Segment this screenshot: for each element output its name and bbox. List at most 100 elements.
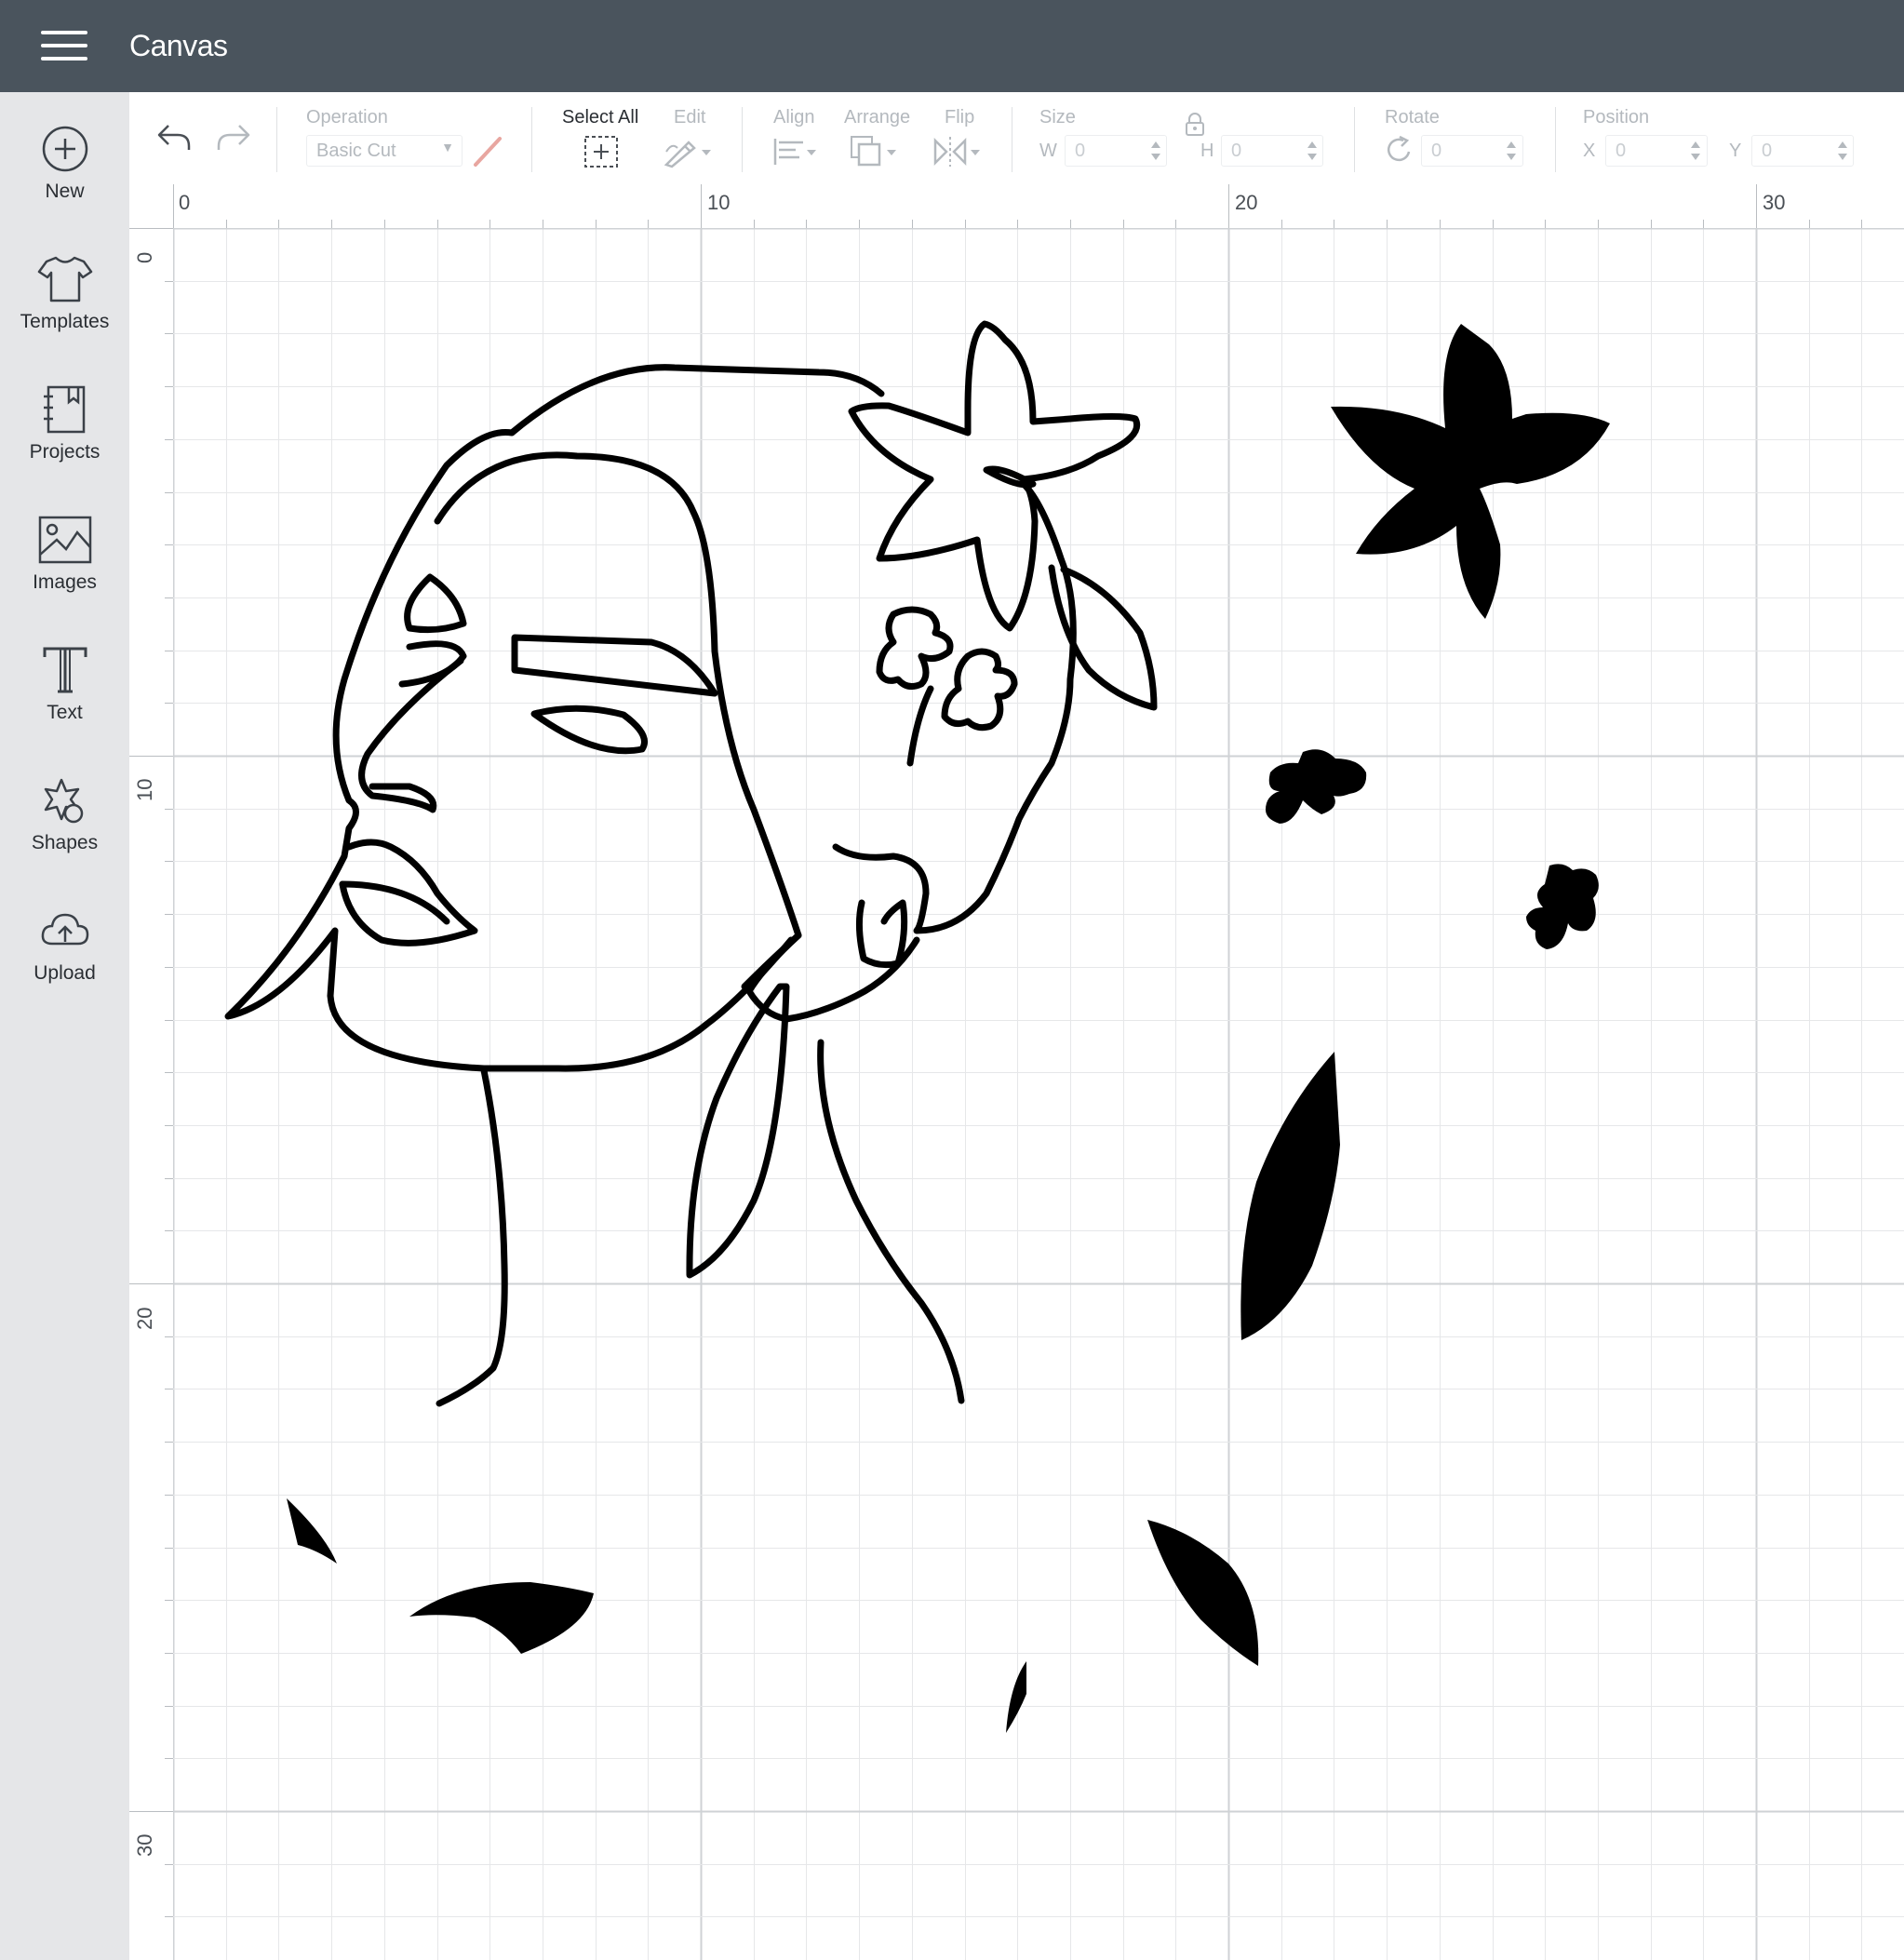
text-icon [43, 647, 87, 693]
sidebar-item-label: Upload [34, 962, 96, 984]
sidebar-item-label: Images [33, 571, 97, 593]
operation-label: Operation [306, 107, 388, 128]
sidebar-item-images[interactable]: Images [0, 516, 129, 627]
toolbar-divider [276, 107, 277, 172]
edit-label: Edit [674, 107, 706, 128]
sidebar: New Templates Projects Images Text Shape… [0, 92, 129, 1960]
redo-icon[interactable] [215, 120, 252, 154]
tshirt-icon [37, 256, 92, 302]
position-label: Position [1583, 107, 1650, 128]
ruler-top-label: 10 [707, 191, 731, 214]
top-bar: Canvas [0, 0, 1904, 92]
size-w-letter: W [1039, 141, 1057, 161]
toolbar-divider [531, 107, 532, 172]
rotate-stepper-icon[interactable] [1507, 139, 1516, 163]
sidebar-item-text[interactable]: Text [0, 646, 129, 758]
position-x-value: 0 [1616, 141, 1627, 161]
sidebar-item-shapes[interactable]: Shapes [0, 776, 129, 888]
line-art-image[interactable] [173, 228, 1904, 1960]
ruler-top-label: 30 [1763, 191, 1786, 214]
height-stepper-icon[interactable] [1307, 139, 1317, 163]
size-h-letter: H [1200, 141, 1214, 161]
toolbar-divider [1555, 107, 1556, 172]
star-flower [1331, 324, 1610, 619]
hair-flower-small-2 [941, 648, 1018, 732]
edit-icon[interactable] [663, 135, 715, 168]
blob-flower-2 [1526, 864, 1599, 949]
shapes-icon [44, 778, 83, 824]
sidebar-item-label: Text [47, 702, 83, 723]
hamburger-menu-icon[interactable] [41, 31, 87, 62]
rotate-value: 0 [1431, 141, 1442, 161]
flip-label: Flip [945, 107, 975, 128]
pen-color-icon[interactable] [472, 135, 505, 168]
ruler-left-label: 20 [133, 1307, 156, 1330]
rotate-label: Rotate [1385, 107, 1440, 128]
hair-outline [224, 364, 885, 1072]
profile-eye-upper [404, 573, 467, 634]
height-value: 0 [1231, 141, 1242, 161]
sidebar-item-templates[interactable]: Templates [0, 255, 129, 367]
operation-select[interactable]: Basic Cut ▼ [306, 135, 463, 167]
black-leaf-small-4 [1006, 1661, 1026, 1733]
app-title: Canvas [129, 29, 228, 62]
eyebrow [511, 634, 718, 697]
horizontal-ruler: 0 10 20 30 [129, 184, 1904, 229]
width-stepper-icon[interactable] [1151, 139, 1160, 163]
ear-inner [855, 899, 908, 969]
sidebar-item-label: Templates [20, 311, 110, 332]
position-y-letter: Y [1729, 141, 1742, 161]
lock-icon[interactable] [1185, 113, 1205, 137]
app-window: Canvas New Templates Projects Images Tex… [0, 0, 1904, 1960]
ruler-left-label: 10 [133, 778, 156, 801]
sidebar-item-label: Shapes [31, 832, 99, 853]
black-leaf-small-1 [287, 1498, 337, 1564]
select-all-icon[interactable] [583, 135, 619, 168]
neck-right [817, 1039, 965, 1404]
toolbar-divider [742, 107, 743, 172]
ruler-top-label: 0 [179, 191, 191, 214]
flip-icon[interactable] [932, 135, 987, 168]
sidebar-item-label: Projects [29, 441, 101, 463]
hair-flower-stem [906, 685, 934, 767]
ruler-left-label: 30 [133, 1833, 156, 1857]
rotate-icon [1387, 135, 1411, 162]
ruler-left-label: 0 [133, 251, 156, 263]
black-leaf-small-2 [409, 1582, 594, 1654]
align-icon[interactable] [771, 135, 822, 168]
width-value: 0 [1075, 141, 1086, 161]
toolbar-divider [1354, 107, 1355, 172]
chevron-down-icon: ▼ [441, 140, 454, 154]
hair-flower-small-1 [876, 606, 954, 691]
ruler-top-label: 20 [1235, 191, 1258, 214]
image-icon [38, 516, 91, 564]
position-y-stepper-icon[interactable] [1838, 139, 1847, 163]
notebook-icon [43, 385, 85, 434]
operation-value: Basic Cut [316, 141, 396, 161]
collar [745, 932, 920, 1023]
sidebar-item-projects[interactable]: Projects [0, 385, 129, 497]
ear [832, 480, 1077, 934]
black-leaf-small-3 [1147, 1520, 1259, 1666]
undo-icon[interactable] [155, 120, 193, 154]
sidebar-item-label: New [45, 181, 85, 202]
face-outline [434, 451, 802, 990]
select-all-label: Select All [562, 107, 639, 128]
align-label: Align [773, 107, 815, 128]
sidebar-item-new[interactable]: New [0, 125, 129, 236]
design-canvas[interactable] [173, 228, 1904, 1960]
arrange-label: Arrange [844, 107, 911, 128]
neck-left [436, 1067, 508, 1407]
black-leaf-large [1240, 1052, 1340, 1340]
cloud-upload-icon [41, 913, 88, 946]
position-x-stepper-icon[interactable] [1691, 139, 1700, 163]
eye [530, 705, 648, 755]
position-x-letter: X [1583, 141, 1596, 161]
arrange-icon[interactable] [850, 135, 905, 170]
hair-flower-center [983, 465, 1037, 489]
plus-circle-icon [42, 126, 87, 172]
toolbar: Operation Basic Cut ▼ Select All Edit Al… [129, 92, 1904, 185]
sidebar-item-upload[interactable]: Upload [0, 906, 129, 1018]
blob-flower-1 [1266, 749, 1367, 824]
size-label: Size [1039, 107, 1076, 128]
